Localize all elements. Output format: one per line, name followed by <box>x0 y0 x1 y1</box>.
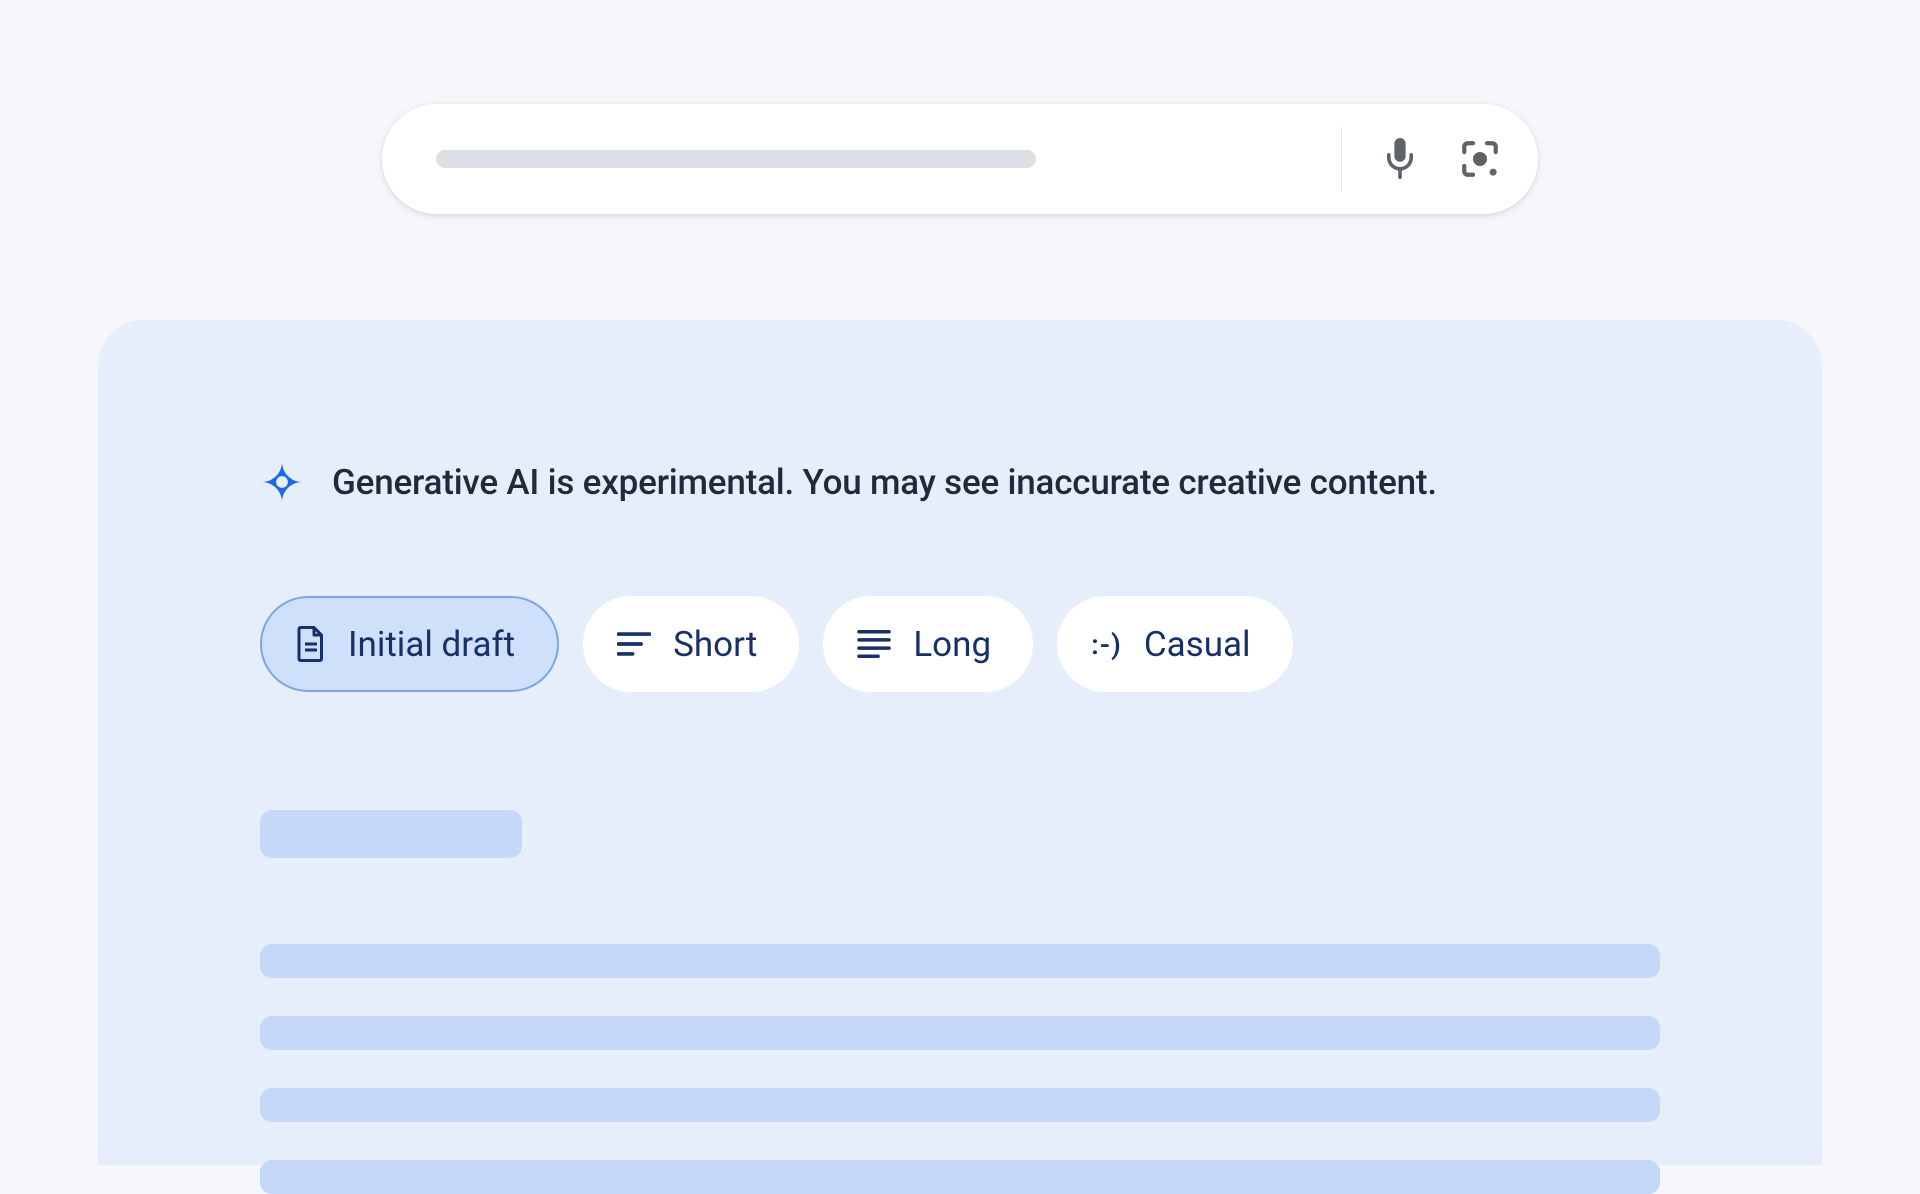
search-query-placeholder <box>436 150 1036 168</box>
smiley-icon: :-) <box>1091 628 1122 661</box>
chip-casual[interactable]: :-) Casual <box>1057 596 1292 692</box>
image-search-button[interactable] <box>1458 137 1502 181</box>
skeleton-heading <box>260 810 522 858</box>
experimental-notice: Generative AI is experimental. You may s… <box>260 460 1660 504</box>
content-skeleton <box>260 810 1660 1194</box>
long-lines-icon <box>857 629 891 659</box>
chip-label: Casual <box>1144 624 1251 665</box>
lens-icon <box>1459 138 1501 180</box>
skeleton-line <box>260 1016 1660 1050</box>
search-divider <box>1341 127 1342 191</box>
microphone-icon <box>1383 138 1417 180</box>
document-icon <box>296 626 326 662</box>
chip-initial-draft[interactable]: Initial draft <box>260 596 559 692</box>
experimental-notice-text: Generative AI is experimental. You may s… <box>332 462 1437 503</box>
draft-style-chips: Initial draft Short Long <box>260 596 1660 692</box>
chip-label: Initial draft <box>348 624 515 665</box>
chip-label: Long <box>913 624 991 665</box>
search-bar[interactable] <box>382 104 1538 214</box>
skeleton-line <box>260 1088 1660 1122</box>
skeleton-line <box>260 944 1660 978</box>
voice-search-button[interactable] <box>1378 137 1422 181</box>
chip-label: Short <box>673 624 757 665</box>
generative-ai-panel: Generative AI is experimental. You may s… <box>98 320 1822 1165</box>
chip-long[interactable]: Long <box>823 596 1033 692</box>
chip-short[interactable]: Short <box>583 596 799 692</box>
skeleton-line <box>260 1160 1660 1194</box>
short-lines-icon <box>617 631 651 657</box>
sparkle-icon <box>260 460 304 504</box>
